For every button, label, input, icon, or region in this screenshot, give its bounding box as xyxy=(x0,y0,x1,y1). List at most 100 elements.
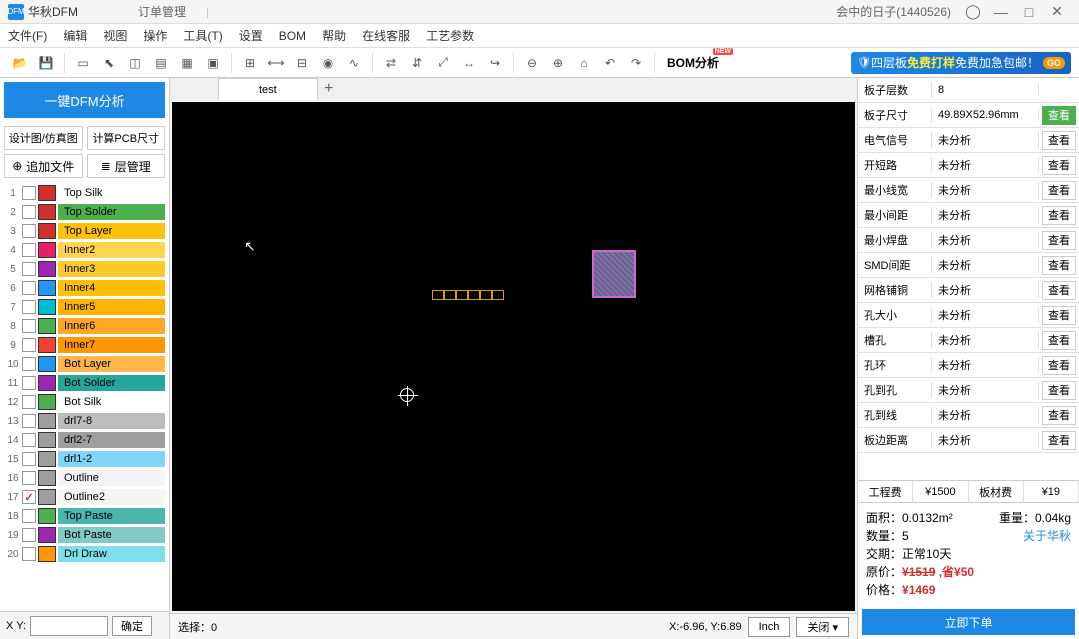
undo-icon[interactable]: ↶ xyxy=(598,51,622,75)
layer-color-swatch[interactable] xyxy=(38,546,56,562)
layer-name[interactable]: drl1-2 xyxy=(58,451,165,467)
layer-name[interactable]: Top Paste xyxy=(58,508,165,524)
layer-checkbox[interactable] xyxy=(22,357,36,371)
layer-checkbox[interactable] xyxy=(22,452,36,466)
layer-checkbox[interactable] xyxy=(22,433,36,447)
minimize-button[interactable]: — xyxy=(987,2,1015,22)
home-icon[interactable]: ⌂ xyxy=(572,51,596,75)
layer-checkbox[interactable] xyxy=(22,262,36,276)
layer-checkbox[interactable] xyxy=(22,300,36,314)
layer-checkbox[interactable] xyxy=(22,338,36,352)
maximize-button[interactable]: □ xyxy=(1015,2,1043,22)
layer-checkbox[interactable] xyxy=(22,395,36,409)
ruler-icon[interactable]: ⊞ xyxy=(238,51,262,75)
menu-bom[interactable]: BOM xyxy=(279,29,306,43)
layer-name[interactable]: Bot Solder xyxy=(58,375,165,391)
bom-analysis-button[interactable]: BOM分析 NEW xyxy=(661,51,725,75)
layer-color-swatch[interactable] xyxy=(38,470,56,486)
layer-row[interactable]: 2 Top Solder xyxy=(4,203,165,221)
layer-row[interactable]: 4 Inner2 xyxy=(4,241,165,259)
measure-icon[interactable]: ⟷ xyxy=(264,51,288,75)
rect-icon[interactable]: ▭ xyxy=(71,51,95,75)
layer-checkbox[interactable] xyxy=(22,547,36,561)
layer-row[interactable]: 14 drl2-7 xyxy=(4,431,165,449)
save-icon[interactable]: 💾 xyxy=(34,51,58,75)
wave-icon[interactable]: ∿ xyxy=(342,51,366,75)
layer-color-swatch[interactable] xyxy=(38,375,56,391)
analysis-view-button[interactable]: 查看 xyxy=(1042,106,1076,125)
tab-add-button[interactable]: + xyxy=(318,78,340,100)
layer-color-swatch[interactable] xyxy=(38,489,56,505)
layer-row[interactable]: 8 Inner6 xyxy=(4,317,165,335)
menu-tools[interactable]: 工具(T) xyxy=(183,27,222,44)
grid-icon[interactable]: ▦ xyxy=(175,51,199,75)
layer-checkbox[interactable] xyxy=(22,490,36,504)
select-icon[interactable]: ⬉ xyxy=(97,51,121,75)
layer-row[interactable]: 7 Inner5 xyxy=(4,298,165,316)
analysis-view-button[interactable]: 查看 xyxy=(1042,356,1076,375)
layer-name[interactable]: Inner2 xyxy=(58,242,165,258)
menu-process[interactable]: 工艺参数 xyxy=(426,27,474,44)
panel-icon[interactable]: ▤ xyxy=(149,51,173,75)
gauge-icon[interactable]: ◉ xyxy=(316,51,340,75)
layer-color-swatch[interactable] xyxy=(38,356,56,372)
rotate-icon[interactable]: ↪ xyxy=(483,51,507,75)
canvas[interactable]: ↖ xyxy=(172,102,855,611)
menu-view[interactable]: 视图 xyxy=(103,27,127,44)
layer-checkbox[interactable] xyxy=(22,281,36,295)
layer-name[interactable]: Drl Draw xyxy=(58,546,165,562)
layer-color-swatch[interactable] xyxy=(38,318,56,334)
layer-name[interactable]: Top Layer xyxy=(58,223,165,239)
layer-row[interactable]: 6 Inner4 xyxy=(4,279,165,297)
analysis-view-button[interactable]: 查看 xyxy=(1042,331,1076,350)
design-sim-button[interactable]: 设计图/仿真图 xyxy=(4,126,83,150)
about-link[interactable]: 关于华秋 xyxy=(1023,527,1071,545)
menu-support[interactable]: 在线客服 xyxy=(362,27,410,44)
layer-checkbox[interactable] xyxy=(22,528,36,542)
layer-color-swatch[interactable] xyxy=(38,508,56,524)
layer-name[interactable]: Inner5 xyxy=(58,299,165,315)
layer-name[interactable]: Bot Layer xyxy=(58,356,165,372)
layer-row[interactable]: 12 Bot Silk xyxy=(4,393,165,411)
layer-checkbox[interactable] xyxy=(22,243,36,257)
layer-checkbox[interactable] xyxy=(22,224,36,238)
order-button[interactable]: 立即下单 xyxy=(862,609,1075,635)
redo-icon[interactable]: ↷ xyxy=(624,51,648,75)
analysis-view-button[interactable]: 查看 xyxy=(1042,406,1076,425)
analysis-view-button[interactable]: 查看 xyxy=(1042,281,1076,300)
titlebar-tab[interactable]: 订单管理 xyxy=(138,3,186,20)
layer-name[interactable]: Inner4 xyxy=(58,280,165,296)
layer-color-swatch[interactable] xyxy=(38,261,56,277)
layer-name[interactable]: Outline xyxy=(58,470,165,486)
promo-banner[interactable]: 🛡 四层板免费打样 免费加急包邮！ GO xyxy=(851,52,1071,74)
xy-input[interactable] xyxy=(30,616,108,636)
zoom-out-icon[interactable]: ⊖ xyxy=(520,51,544,75)
layer-row[interactable]: 20 Drl Draw xyxy=(4,545,165,563)
close-button[interactable]: ✕ xyxy=(1043,2,1071,22)
layer-row[interactable]: 3 Top Layer xyxy=(4,222,165,240)
analyze-button[interactable]: 一键DFM分析 xyxy=(4,82,165,118)
layer-checkbox[interactable] xyxy=(22,471,36,485)
menu-file[interactable]: 文件(F) xyxy=(8,27,47,44)
flip-v-icon[interactable]: ⇵ xyxy=(405,51,429,75)
layer-color-swatch[interactable] xyxy=(38,299,56,315)
layer-manage-button[interactable]: ≣层管理 xyxy=(87,154,166,178)
layer-color-swatch[interactable] xyxy=(38,337,56,353)
layer-checkbox[interactable] xyxy=(22,414,36,428)
user-icon[interactable]: ◯ xyxy=(959,2,987,22)
analysis-view-button[interactable]: 查看 xyxy=(1042,431,1076,450)
layer-row[interactable]: 13 drl7-8 xyxy=(4,412,165,430)
layer-name[interactable]: Bot Silk xyxy=(58,394,165,410)
analysis-view-button[interactable]: 查看 xyxy=(1042,156,1076,175)
tab-test[interactable]: test xyxy=(218,78,318,100)
analysis-view-button[interactable]: 查看 xyxy=(1042,181,1076,200)
layer-row[interactable]: 16 Outline xyxy=(4,469,165,487)
move-icon[interactable]: ↔ xyxy=(457,51,481,75)
layer-color-swatch[interactable] xyxy=(38,185,56,201)
layer-checkbox[interactable] xyxy=(22,376,36,390)
dim-icon[interactable]: ⊟ xyxy=(290,51,314,75)
layer-row[interactable]: 10 Bot Layer xyxy=(4,355,165,373)
menu-settings[interactable]: 设置 xyxy=(239,27,263,44)
layer-name[interactable]: Inner6 xyxy=(58,318,165,334)
layer-checkbox[interactable] xyxy=(22,205,36,219)
